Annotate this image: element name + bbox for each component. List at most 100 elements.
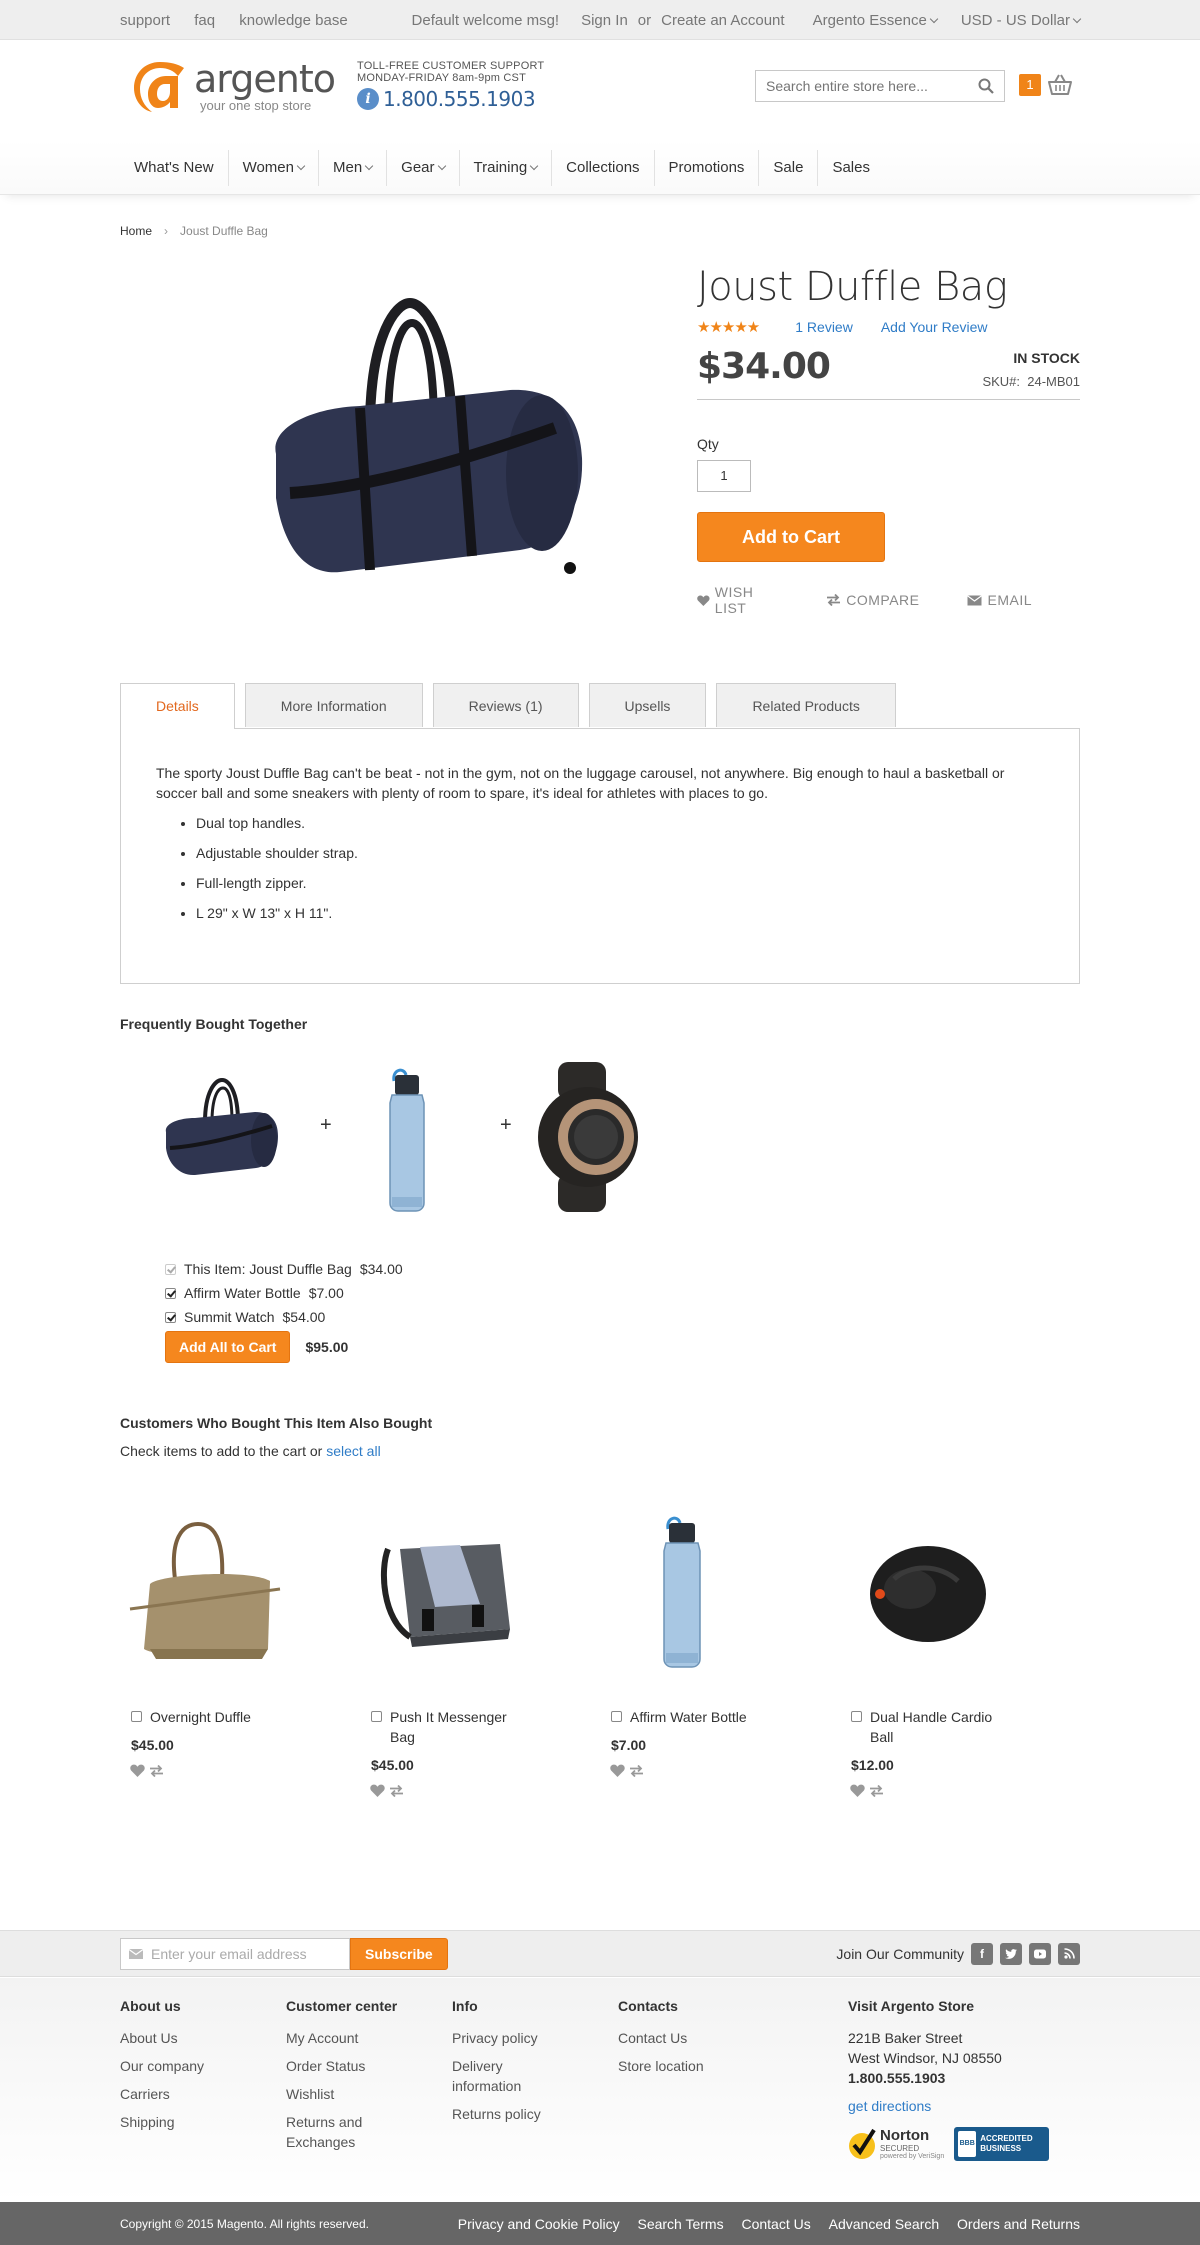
create-account-link[interactable]: Create an Account [661, 12, 784, 29]
compare-arrows-icon[interactable] [869, 1784, 884, 1797]
fbt-item-name[interactable]: Summit Watch [184, 1309, 275, 1325]
search-terms-link[interactable]: Search Terms [637, 2216, 723, 2232]
breadcrumb-home[interactable]: Home [120, 224, 152, 238]
wishlist-action[interactable]: WISH LIST [697, 584, 802, 616]
compare-arrows-icon[interactable] [629, 1764, 644, 1777]
fbt-item-price: $54.00 [282, 1309, 326, 1325]
nav-item-training[interactable]: Training [460, 149, 553, 186]
minicart[interactable]: 1 [1019, 73, 1073, 97]
advanced-search-link[interactable]: Advanced Search [829, 2216, 940, 2232]
product-name[interactable]: Dual Handle Cardio Ball [870, 1707, 1011, 1747]
nav-item-men[interactable]: Men [319, 149, 388, 186]
stock-status: IN STOCK [1013, 350, 1080, 366]
currency-switcher[interactable]: USD - US Dollar [947, 12, 1082, 29]
compare-arrows-icon[interactable] [149, 1764, 164, 1777]
nav-item-collections[interactable]: Collections [552, 149, 655, 186]
subscribe-button[interactable]: Subscribe [350, 1937, 448, 1970]
product-checkbox[interactable] [131, 1711, 142, 1722]
product-price: $7.00 [611, 1737, 647, 1753]
orders-returns-link[interactable]: Orders and Returns [957, 2216, 1080, 2232]
nav-item-sales[interactable]: Sales [818, 150, 884, 186]
norton-secured-badge[interactable]: Norton SECURED powered by VeriSign [848, 2126, 944, 2162]
nav-item-sale[interactable]: Sale [759, 149, 819, 186]
product-image-messenger-bag[interactable] [360, 1509, 530, 1679]
product-name[interactable]: Affirm Water Bottle [630, 1707, 747, 1727]
footer-link[interactable]: Returns and Exchanges [286, 2112, 386, 2152]
product-image-cardio-ball[interactable] [840, 1509, 1010, 1679]
footer-link[interactable]: Shipping [120, 2112, 204, 2132]
store-address-line-1: 221B Baker Street [848, 2030, 963, 2046]
contact-us-link[interactable]: Contact Us [741, 2216, 810, 2232]
tab-more-information[interactable]: More Information [244, 683, 423, 727]
product-image-overnight-duffle[interactable] [120, 1509, 290, 1679]
compare-action[interactable]: COMPARE [826, 584, 943, 616]
email-action[interactable]: EMAIL [967, 584, 1056, 616]
heart-icon[interactable] [610, 1764, 625, 1777]
footer-link[interactable]: Privacy policy [452, 2028, 562, 2048]
footer-link[interactable]: Carriers [120, 2084, 204, 2104]
nav-item-women[interactable]: Women [229, 149, 319, 186]
tab-related-products[interactable]: Related Products [716, 683, 896, 727]
product-checkbox[interactable] [371, 1711, 382, 1722]
facebook-icon[interactable]: f [971, 1942, 993, 1965]
select-all-link[interactable]: select all [326, 1443, 380, 1459]
privacy-cookie-link[interactable]: Privacy and Cookie Policy [458, 2216, 620, 2232]
twitter-icon[interactable] [1000, 1942, 1022, 1965]
heart-icon[interactable] [850, 1784, 865, 1797]
fbt-image-duffle-bag[interactable] [160, 1072, 280, 1182]
logo[interactable]: argento your one stop store [130, 56, 336, 116]
knowledge-base-link[interactable]: knowledge base [239, 12, 347, 29]
search-icon[interactable] [978, 78, 994, 94]
bbb-accredited-badge[interactable]: BBB ACCREDITED BUSINESS [954, 2127, 1050, 2161]
footer-link[interactable]: Our company [120, 2056, 204, 2076]
product-name[interactable]: Push It Messenger Bag [390, 1707, 531, 1747]
nav-item-gear[interactable]: Gear [387, 149, 460, 186]
add-to-cart-button[interactable]: Add to Cart [697, 512, 885, 562]
tab-reviews[interactable]: Reviews (1) [432, 683, 579, 727]
qty-input[interactable]: 1 [697, 460, 751, 492]
rss-icon[interactable] [1058, 1942, 1080, 1965]
search-input[interactable] [766, 78, 978, 94]
footer-link[interactable]: Returns policy [452, 2104, 562, 2124]
support-link[interactable]: support [120, 12, 170, 29]
plus-icon: + [500, 1114, 512, 1136]
nav-item-promotions[interactable]: Promotions [655, 149, 760, 186]
tab-upsells[interactable]: Upsells [588, 683, 707, 727]
footer-link[interactable]: Order Status [286, 2056, 406, 2076]
product-checkbox[interactable] [611, 1711, 622, 1722]
product-image-duffle-bag[interactable] [220, 278, 590, 608]
faq-link[interactable]: faq [194, 12, 215, 29]
nav-item-whats-new[interactable]: What's New [120, 149, 229, 186]
footer-link[interactable]: Contact Us [618, 2028, 704, 2048]
envelope-icon [129, 1948, 143, 1959]
fbt-checkbox[interactable] [165, 1287, 176, 1299]
footer-link[interactable]: Delivery information [452, 2056, 542, 2096]
product-checkbox[interactable] [851, 1711, 862, 1722]
footer-link[interactable]: Store location [618, 2056, 704, 2076]
footer-link[interactable]: My Account [286, 2028, 406, 2048]
heart-icon[interactable] [370, 1784, 385, 1797]
product-name[interactable]: Overnight Duffle [150, 1707, 251, 1727]
reviews-link[interactable]: 1 Review [795, 319, 853, 335]
newsletter-email-field[interactable]: Enter your email address [120, 1937, 350, 1970]
product-image-water-bottle[interactable] [600, 1509, 770, 1679]
store-switcher[interactable]: Argento Essence [799, 12, 939, 29]
feature-item: Dual top handles. [196, 813, 1044, 833]
heart-icon[interactable] [130, 1764, 145, 1777]
fbt-image-water-bottle[interactable] [382, 1067, 432, 1212]
fbt-item-name[interactable]: Affirm Water Bottle [184, 1285, 301, 1301]
footer-link[interactable]: Wishlist [286, 2084, 406, 2104]
get-directions-link[interactable]: get directions [848, 2098, 1080, 2114]
breadcrumb-current: Joust Duffle Bag [180, 224, 268, 238]
cart-icon[interactable] [1047, 73, 1073, 97]
youtube-icon[interactable] [1029, 1942, 1051, 1965]
fbt-products: + + [120, 1032, 1080, 1257]
add-all-to-cart-button[interactable]: Add All to Cart [165, 1331, 291, 1363]
tab-details[interactable]: Details [120, 683, 235, 729]
fbt-checkbox[interactable] [165, 1311, 176, 1323]
fbt-image-watch[interactable] [528, 1062, 648, 1212]
footer-link[interactable]: About Us [120, 2028, 204, 2048]
compare-arrows-icon[interactable] [389, 1784, 404, 1797]
sign-in-link[interactable]: Sign In [581, 12, 628, 29]
add-review-link[interactable]: Add Your Review [881, 319, 988, 335]
